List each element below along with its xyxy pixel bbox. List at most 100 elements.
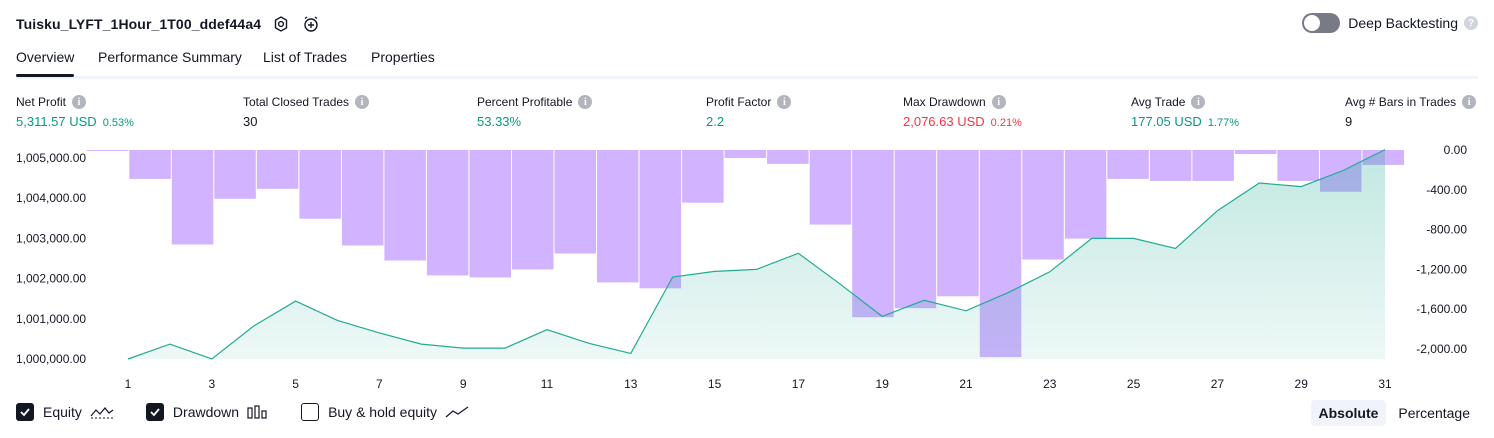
info-icon[interactable]: i <box>355 95 370 109</box>
x-tick-label: 15 <box>708 377 722 390</box>
deep-backtesting-label: Deep Backtesting <box>1348 15 1458 31</box>
y-right-tick-label: 0.00 <box>1444 143 1468 157</box>
metric-max-drawdown: Max Drawdown i 2,076.63 USD 0.21% <box>903 94 1022 129</box>
y-right-tick-label: -800.00 <box>1426 223 1467 237</box>
y-right-tick-label: -2,000.00 <box>1416 342 1467 356</box>
percentage-button[interactable]: Percentage <box>1390 400 1478 426</box>
checkbox-buy-hold[interactable] <box>301 403 320 421</box>
metric-label: Avg # Bars in Trades <box>1345 95 1457 109</box>
metric-value: 5,311.57 USD <box>16 114 97 129</box>
tab-bar: Overview Performance Summary List of Tra… <box>16 46 1478 79</box>
drawdown-bar <box>639 150 682 289</box>
x-tick-label: 25 <box>1127 377 1141 390</box>
tab-list-of-trades[interactable]: List of Trades <box>263 49 347 65</box>
x-tick-label: 3 <box>208 377 215 390</box>
x-tick-label: 11 <box>541 377 554 390</box>
drawdown-bar <box>1022 150 1064 260</box>
drawdown-bar <box>852 150 894 318</box>
drawdown-bar <box>341 150 384 246</box>
buy-hold-line-icon <box>445 405 469 419</box>
settings-icon[interactable] <box>271 14 291 34</box>
chart-legend: Equity Drawdown Buy & hold equity <box>16 403 501 421</box>
x-tick-label: 19 <box>876 377 890 390</box>
checkbox-equity[interactable] <box>16 403 34 421</box>
metric-avg-trade: Avg Trade i 177.05 USD 1.77% <box>1131 94 1239 129</box>
legend-buy-hold[interactable]: Buy & hold equity <box>301 403 469 421</box>
legend-equity-label: Equity <box>43 404 82 420</box>
legend-equity[interactable]: Equity <box>16 403 114 421</box>
metric-label: Total Closed Trades <box>243 95 350 109</box>
x-tick-label: 21 <box>959 377 973 390</box>
drawdown-bar <box>1192 150 1234 181</box>
x-tick-label: 9 <box>460 377 467 390</box>
y-left-tick-label: 1,005,000.00 <box>16 151 86 165</box>
y-left-tick-label: 1,000,000.00 <box>16 352 86 366</box>
metric-avg-bars: Avg # Bars in Trades i 9 <box>1345 94 1477 129</box>
drawdown-bar <box>1149 150 1192 181</box>
drawdown-bar <box>384 150 426 261</box>
x-tick-label: 17 <box>792 377 806 390</box>
x-tick-label: 29 <box>1295 377 1309 390</box>
x-tick-label: 27 <box>1211 377 1225 390</box>
display-mode-toggle: Absolute Percentage <box>1307 400 1479 426</box>
x-tick-label: 1 <box>125 377 132 390</box>
y-left-tick-label: 1,004,000.00 <box>16 191 86 205</box>
metric-value: 9 <box>1345 114 1353 129</box>
tab-overview[interactable]: Overview <box>16 49 75 77</box>
drawdown-bar <box>214 150 256 199</box>
add-alert-icon[interactable] <box>301 14 321 34</box>
info-icon[interactable]: i <box>991 95 1006 109</box>
info-icon[interactable]: i <box>1191 95 1206 109</box>
drawdown-bar <box>1064 150 1107 239</box>
info-icon[interactable]: i <box>578 95 593 109</box>
drawdown-bar <box>894 150 937 309</box>
x-tick-label: 5 <box>292 377 299 390</box>
drawdown-bar <box>1277 150 1319 181</box>
tab-properties[interactable]: Properties <box>371 49 435 65</box>
metric-label: Percent Profitable <box>477 95 573 109</box>
metric-percent: 0.21% <box>990 117 1022 129</box>
info-icon[interactable]: i <box>777 95 792 109</box>
drawdown-bar <box>1107 150 1149 179</box>
drawdown-bar <box>937 150 979 297</box>
drawdown-bar <box>171 150 214 245</box>
drawdown-bar <box>129 150 171 179</box>
y-right-tick-label: -400.00 <box>1426 183 1467 197</box>
metric-label: Profit Factor <box>706 95 772 109</box>
drawdown-bar <box>597 150 639 283</box>
checkbox-drawdown[interactable] <box>145 403 164 421</box>
metric-total-closed-trades: Total Closed Trades i 30 <box>243 94 370 129</box>
metric-label: Avg Trade <box>1131 95 1186 109</box>
drawdown-bar <box>512 150 554 270</box>
drawdown-bar <box>256 150 299 189</box>
drawdown-bar <box>724 150 767 158</box>
info-icon[interactable]: i <box>72 95 87 109</box>
y-left-tick-label: 1,001,000.00 <box>16 312 86 326</box>
help-icon[interactable]: ? <box>1464 16 1478 30</box>
strategy-name: Tuisku_LYFT_1Hour_1T00_ddef44a4 <box>16 16 262 32</box>
legend-drawdown[interactable]: Drawdown <box>145 403 269 421</box>
tab-performance-summary[interactable]: Performance Summary <box>98 49 242 65</box>
y-left-tick-label: 1,003,000.00 <box>16 231 86 245</box>
x-tick-label: 7 <box>376 377 383 390</box>
info-icon[interactable]: i <box>1462 95 1477 109</box>
deep-backtesting-toggle[interactable] <box>1302 13 1341 33</box>
drawdown-bar <box>299 150 341 219</box>
drawdown-bar <box>682 150 724 203</box>
metric-label: Max Drawdown <box>903 95 986 109</box>
metric-label: Net Profit <box>16 95 67 109</box>
metric-net-profit: Net Profit i 5,311.57 USD 0.53% <box>16 94 134 129</box>
drawdown-bar <box>809 150 852 225</box>
x-tick-label: 23 <box>1043 377 1057 390</box>
metric-value: 53.33% <box>477 114 522 129</box>
equity-line-icon <box>90 405 114 419</box>
metric-profit-factor: Profit Factor i 2.2 <box>706 94 792 129</box>
metric-percent: 1.77% <box>1207 117 1240 129</box>
absolute-button[interactable]: Absolute <box>1310 400 1387 426</box>
drawdown-bars-icon <box>247 405 269 419</box>
metric-percent: 0.53% <box>102 117 134 129</box>
x-tick-label: 31 <box>1378 377 1392 390</box>
chart-svg: 1,000,000.00 1,001,000.00 1,002,000.00 1,00… <box>16 143 1468 391</box>
drawdown-bar <box>469 150 511 278</box>
deep-backtesting: Deep Backtesting ? <box>1302 13 1478 33</box>
